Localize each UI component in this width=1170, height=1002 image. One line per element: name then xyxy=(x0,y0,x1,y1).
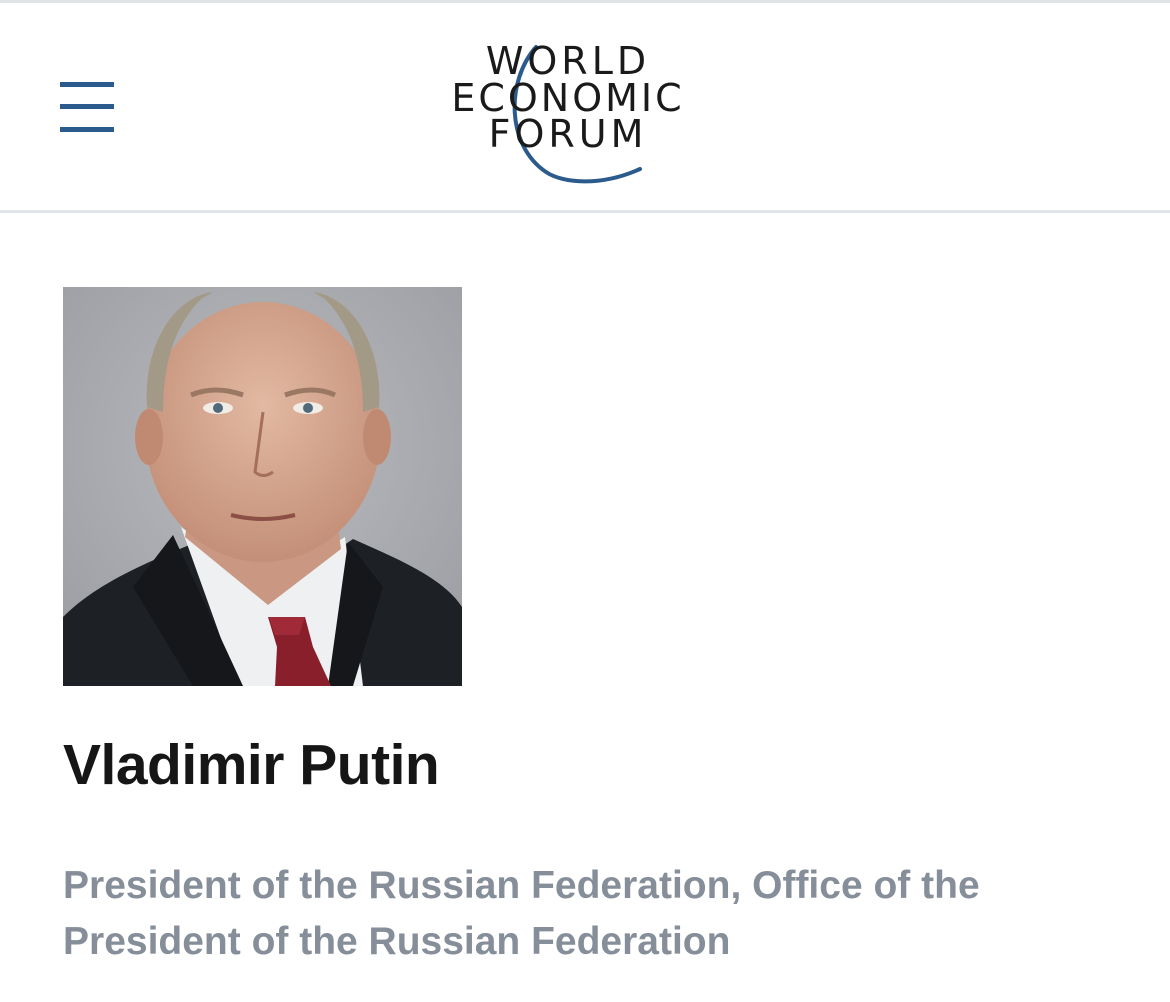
profile-name: Vladimir Putin xyxy=(63,733,440,797)
menu-bar-middle xyxy=(60,104,114,109)
site-header: WORLD ECONOMIC FORUM xyxy=(0,3,1170,213)
profile-photo xyxy=(63,287,462,686)
profile-title: President of the Russian Federation, Off… xyxy=(63,864,980,963)
hamburger-menu-icon[interactable] xyxy=(60,82,114,132)
portrait-illustration xyxy=(63,287,462,686)
logo-line-forum: FORUM xyxy=(489,112,648,156)
wef-logo-graphic: WORLD ECONOMIC FORUM xyxy=(451,41,682,184)
menu-bar-bottom xyxy=(60,127,114,132)
wef-logo[interactable]: WORLD ECONOMIC FORUM xyxy=(440,41,700,191)
menu-bar-top xyxy=(60,82,114,87)
